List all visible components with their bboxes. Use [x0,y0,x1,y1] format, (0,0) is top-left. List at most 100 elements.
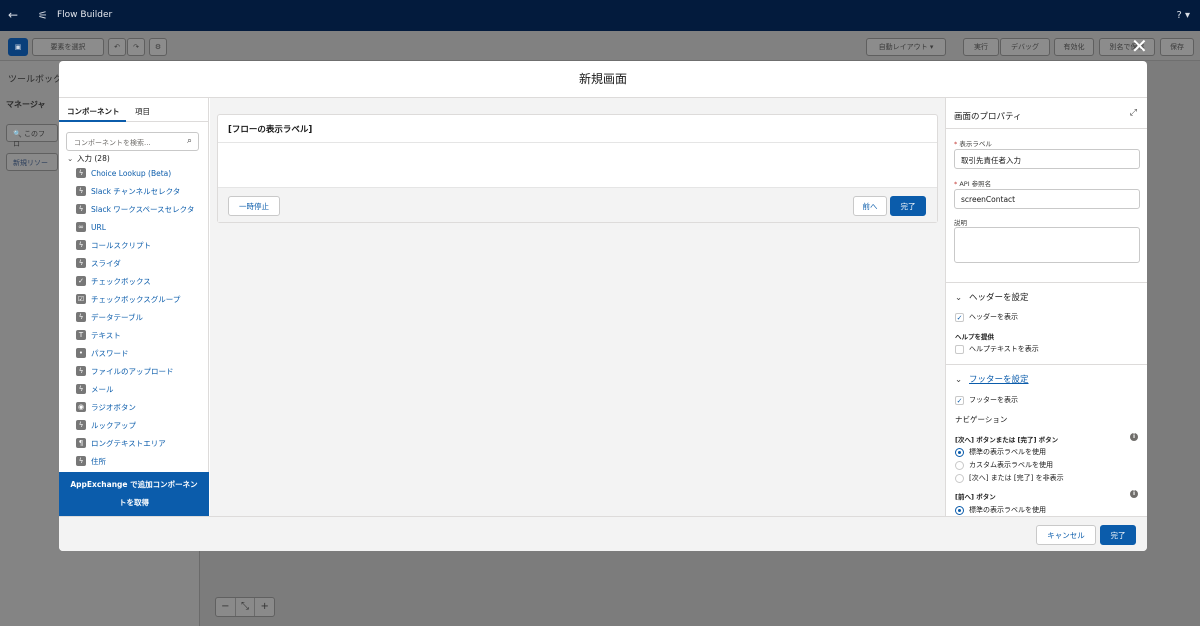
component-item[interactable]: ◉ ラジオボタン [76,398,206,416]
component-item-label: ファイルのアップロード [91,366,174,376]
tab-manager[interactable]: マネージャ [6,99,45,110]
screen-properties-panel: 画面のプロパティ ⤢ * 表示ラベル 取引先責任者入力 * API 参照名 sc… [945,98,1147,516]
header-section-toggle[interactable]: ⌄ ヘッダーを設定 [955,291,1029,303]
component-item[interactable]: • パスワード [76,344,206,362]
textarea-icon: ¶ [76,438,86,448]
description-textarea[interactable] [954,227,1140,263]
component-item[interactable]: ϟ Choice Lookup (Beta) [76,164,206,182]
component-item-label: Slack チャンネルセレクタ [91,186,181,196]
component-item[interactable]: ¶ ロングテキストエリア [76,434,206,452]
zoom-controls: − ⤡ + [215,597,275,617]
component-item[interactable]: T テキスト [76,326,206,344]
modal-footer: キャンセル 完了 [59,516,1147,551]
save-label: 保存 [1170,43,1184,51]
password-icon: • [76,348,86,358]
divider [946,282,1147,283]
component-item-label: Slack ワークスペースセレクタ [91,204,195,214]
toggle-toolbox-button[interactable]: ▣ [8,38,28,56]
done-button[interactable]: 完了 [1100,525,1136,545]
description-label: 説明 [954,219,967,227]
component-item[interactable]: ϟ データテーブル [76,308,206,326]
previous-button-label: [前へ] ボタン [955,493,996,501]
checkbox-checked-icon: ✓ [955,312,964,322]
radio-hide-next-finish[interactable]: [次へ] または [完了] を非表示 [955,473,1064,483]
undo-icon[interactable]: ↶ [108,38,126,56]
lightning-icon: ϟ [76,186,86,196]
component-item[interactable]: ☑ チェックボックスグループ [76,290,206,308]
show-footer-label: フッターを表示 [969,396,1018,404]
new-resource-button[interactable]: 新規リソー [6,153,58,171]
previous-button[interactable]: 前へ [853,196,887,216]
gear-icon[interactable]: ⚙ [149,38,167,56]
component-item[interactable]: ϟ コールスクリプト [76,236,206,254]
component-search-input[interactable]: コンポーネントを検索... ⌕ [66,132,199,151]
activate-button[interactable]: 有効化 [1054,38,1094,56]
input-group-toggle[interactable]: ⌄ 入力 (28) [67,153,110,164]
component-item[interactable]: ϟ Slack ワークスペースセレクタ [76,200,206,218]
input-group-label: 入力 (28) [77,154,110,163]
fit-view-button[interactable]: ⤡ [236,598,256,616]
radio-custom-text: カスタム表示ラベルを使用 [969,461,1053,469]
pause-button[interactable]: 一時停止 [228,196,280,216]
expand-icon[interactable]: ⤢ [1130,108,1137,118]
show-header-checkbox[interactable]: ✓ ヘッダーを表示 [955,312,1018,322]
lightning-icon: ϟ [76,456,86,466]
back-arrow-icon[interactable]: ← [8,8,18,22]
api-name-input[interactable]: screenContact [954,189,1140,209]
radio-custom-label[interactable]: カスタム表示ラベルを使用 [955,460,1053,470]
screen-preview-divider [218,142,937,143]
screen-preview[interactable]: [フローの表示ラベル] 一時停止 前へ 完了 [217,114,938,223]
component-item[interactable]: ∞ URL [76,218,206,236]
select-elements-button[interactable]: 要素を選択 [32,38,104,56]
run-button[interactable]: 実行 [963,38,999,56]
redo-icon[interactable]: ↷ [127,38,145,56]
chevron-down-icon: ⌄ [955,375,963,385]
info-icon[interactable]: i [1130,490,1138,498]
radio-unselected-icon [955,460,964,470]
show-footer-checkbox[interactable]: ✓ フッターを表示 [955,395,1018,405]
api-name-field-label-text: API 参照名 [959,180,992,188]
tab-components[interactable]: コンポーネント [67,106,120,117]
close-icon[interactable]: ✕ [1131,36,1148,56]
footer-section-toggle[interactable]: ⌄ フッターを設定 [955,373,1029,385]
debug-button[interactable]: デバッグ [1000,38,1050,56]
component-item[interactable]: ϟ スライダ [76,254,206,272]
show-help-text-checkbox[interactable]: ヘルプテキストを表示 [955,344,1039,354]
zoom-in-button[interactable]: + [255,598,274,616]
label-input[interactable]: 取引先責任者入力 [954,149,1140,169]
divider [946,364,1147,365]
help-menu-icon[interactable]: ? ▾ [1176,10,1190,21]
component-item[interactable]: ϟ ルックアップ [76,416,206,434]
appexchange-button[interactable]: AppExchange で追加コンポーネン トを取得 [59,472,209,516]
text-icon: T [76,330,86,340]
radio-standard-prev[interactable]: 標準の表示ラベルを使用 [955,505,1046,515]
component-item-label: Choice Lookup (Beta) [91,168,172,178]
finish-button[interactable]: 完了 [890,196,926,216]
component-item[interactable]: ✓ チェックボックス [76,272,206,290]
save-button[interactable]: 保存 [1160,38,1194,56]
properties-title: 画面のプロパティ [954,112,1022,122]
component-item[interactable]: ϟ メール [76,380,206,398]
component-item-label: ルックアップ [91,420,136,430]
radio-hide-text: [次へ] または [完了] を非表示 [969,474,1064,482]
cancel-button[interactable]: キャンセル [1036,525,1096,545]
component-item[interactable]: ϟ 住所 [76,452,206,470]
component-item-label: 住所 [91,456,106,466]
info-icon[interactable]: i [1130,433,1138,441]
component-search-placeholder: コンポーネントを検索... [74,139,151,147]
auto-layout-select[interactable]: 自動レイアウト ▾ [866,38,946,56]
toolbox-search-input[interactable]: 🔍 このフロ [6,124,58,148]
app-title: Flow Builder [57,10,113,20]
component-item[interactable]: ϟ Slack チャンネルセレクタ [76,182,206,200]
lightning-icon: ϟ [76,240,86,250]
builder-toolbar: ▣ 要素を選択 ↶ ↷ ⚙ 自動レイアウト ▾ 実行 デバッグ 有効化 別名で保… [0,31,1200,61]
navigation-label: ナビゲーション [955,415,1008,424]
lightning-icon: ϟ [76,366,86,376]
chevron-down-icon: ⌄ [67,154,74,163]
component-item[interactable]: ϟ ファイルのアップロード [76,362,206,380]
tab-fields[interactable]: 項目 [135,106,150,117]
screen-preview-footer: 一時停止 前へ 完了 [218,187,937,222]
zoom-out-button[interactable]: − [216,598,236,616]
radio-standard-label[interactable]: 標準の表示ラベルを使用 [955,447,1046,457]
component-item-label: ラジオボタン [91,402,136,412]
